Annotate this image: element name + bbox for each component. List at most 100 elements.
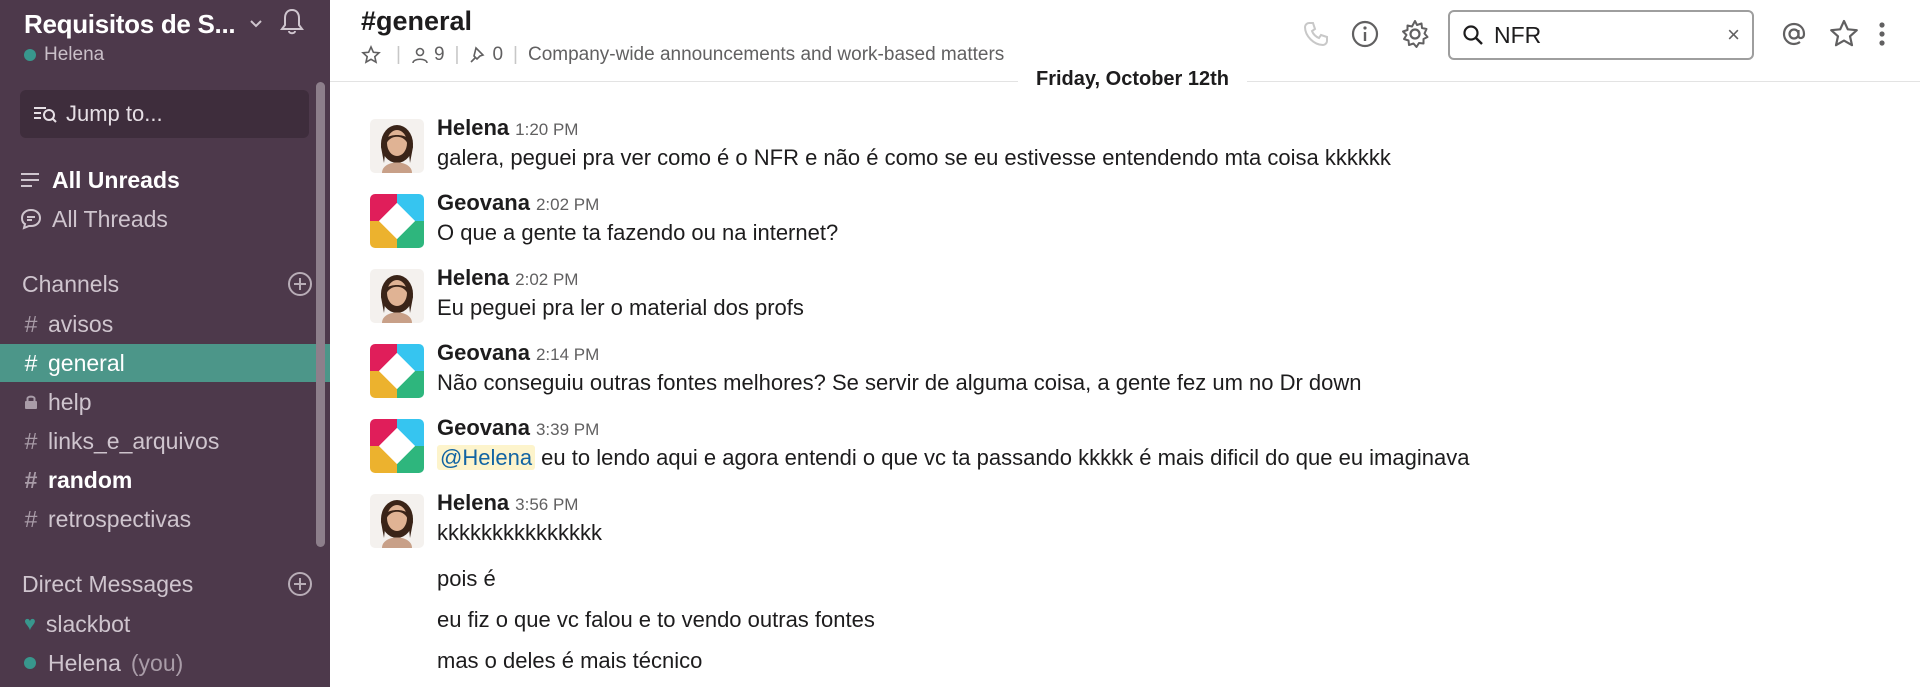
message-time[interactable]: 3:39 PM bbox=[536, 420, 599, 439]
sidebar-scrollbar[interactable] bbox=[316, 82, 325, 547]
avatar[interactable] bbox=[370, 269, 424, 323]
heart-icon: ♥ bbox=[24, 612, 36, 635]
message-continuation[interactable]: mas o deles é mais técnico bbox=[437, 648, 702, 674]
message-text: kkkkkkkkkkkkkkk bbox=[437, 520, 602, 545]
avatar[interactable] bbox=[370, 119, 424, 173]
message-time[interactable]: 2:02 PM bbox=[515, 270, 578, 289]
threads-icon bbox=[20, 208, 42, 230]
presence-dot-icon bbox=[24, 49, 36, 61]
user-mention[interactable]: @Helena bbox=[437, 445, 536, 470]
jump-to-button[interactable]: Jump to... bbox=[20, 90, 309, 138]
message-content: Helena 2:02 PM Eu peguei pra ler o materi… bbox=[437, 265, 804, 321]
channel-topic[interactable]: Company-wide announcements and work-base… bbox=[528, 44, 1004, 66]
message-continuation[interactable]: pois é bbox=[437, 566, 496, 592]
hash-icon: # bbox=[24, 427, 38, 454]
message-text: O que a gente ta fazendo ou na internet? bbox=[437, 220, 839, 245]
bell-icon[interactable] bbox=[277, 7, 307, 37]
sidebar-item-general[interactable]: # general bbox=[0, 344, 330, 382]
search-icon bbox=[1463, 25, 1483, 45]
current-user[interactable]: Helena bbox=[24, 44, 104, 66]
jump-to-icon bbox=[34, 107, 57, 123]
channel-label: random bbox=[48, 466, 133, 493]
search-value[interactable]: NFR bbox=[1494, 22, 1541, 49]
channels-section-header[interactable]: Channels bbox=[22, 267, 312, 301]
message-content: Geovana 3:39 PM @Helena eu to lendo aqui … bbox=[437, 415, 1469, 471]
team-name[interactable]: Requisitos de S... bbox=[24, 9, 236, 40]
avatar[interactable] bbox=[370, 344, 424, 398]
message-text: @Helena eu to lendo aqui e agora entendi… bbox=[437, 445, 1469, 471]
message-time[interactable]: 2:14 PM bbox=[536, 345, 599, 364]
message-text: Eu peguei pra ler o material dos profs bbox=[437, 295, 804, 320]
pin-count[interactable]: 0 bbox=[492, 44, 503, 66]
message-author[interactable]: Geovana bbox=[437, 340, 530, 365]
message-author[interactable]: Helena bbox=[437, 265, 509, 290]
lock-icon bbox=[24, 389, 38, 416]
mention-icon[interactable] bbox=[1778, 18, 1810, 50]
date-label: Friday, October 12th bbox=[1018, 68, 1248, 91]
hash-icon: # bbox=[24, 349, 38, 376]
sidebar-item-links-e-arquivos[interactable]: # links_e_arquivos bbox=[0, 422, 330, 460]
message-author[interactable]: Helena bbox=[437, 115, 509, 140]
hash-icon: # bbox=[24, 466, 38, 493]
starred-items-icon[interactable] bbox=[1828, 18, 1860, 50]
search-input[interactable]: NFR × bbox=[1448, 10, 1754, 60]
pin-icon[interactable] bbox=[469, 46, 487, 64]
members-icon[interactable] bbox=[411, 46, 429, 64]
current-user-name: Helena bbox=[44, 44, 105, 65]
gear-icon[interactable] bbox=[1399, 18, 1431, 50]
divider: | bbox=[454, 44, 460, 65]
message-text: Não conseguiu outras fontes melhores? Se… bbox=[437, 370, 1362, 395]
dm-heading[interactable]: Direct Messages bbox=[22, 571, 193, 598]
message-time[interactable]: 1:20 PM bbox=[515, 120, 578, 139]
avatar[interactable] bbox=[370, 494, 424, 548]
phone-icon[interactable] bbox=[1300, 18, 1332, 50]
dm-section-header[interactable]: Direct Messages bbox=[22, 567, 312, 601]
more-options-icon[interactable] bbox=[1874, 18, 1890, 50]
channel-title[interactable]: #general bbox=[361, 6, 472, 37]
channel-label: avisos bbox=[48, 310, 114, 337]
message-content: Geovana 2:14 PM Não conseguiu outras font… bbox=[437, 340, 1362, 396]
message-time[interactable]: 2:02 PM bbox=[536, 195, 599, 214]
message-author[interactable]: Geovana bbox=[437, 415, 530, 440]
all-threads-label: All Threads bbox=[52, 205, 168, 232]
team-menu[interactable]: Requisitos de S... bbox=[24, 6, 314, 42]
channel-label: help bbox=[48, 388, 92, 415]
sidebar-item-all-unreads[interactable]: All Unreads bbox=[20, 163, 180, 197]
avatar[interactable] bbox=[370, 194, 424, 248]
date-divider: Friday, October 12th bbox=[330, 68, 1920, 91]
add-channel-icon[interactable] bbox=[288, 272, 312, 296]
message-text-rest: eu to lendo aqui e agora entendi o que v… bbox=[535, 445, 1470, 470]
hash-icon: # bbox=[24, 505, 38, 532]
star-icon[interactable] bbox=[361, 45, 381, 65]
sidebar-item-help[interactable]: help bbox=[0, 383, 330, 421]
message-content: Geovana 2:02 PM O que a gente ta fazendo … bbox=[437, 190, 838, 246]
close-icon[interactable]: × bbox=[1727, 22, 1740, 48]
hash-icon: # bbox=[24, 310, 38, 337]
message-content: Helena 3:56 PM kkkkkkkkkkkkkkk bbox=[437, 490, 602, 546]
presence-dot-icon bbox=[24, 657, 36, 669]
message-time[interactable]: 3:56 PM bbox=[515, 495, 578, 514]
message-continuation[interactable]: eu fiz o que vc falou e to vendo outras … bbox=[437, 607, 875, 633]
channels-heading[interactable]: Channels bbox=[22, 271, 119, 298]
avatar[interactable] bbox=[370, 419, 424, 473]
channel-meta: | 9 | 0 | Company-wide announcements and… bbox=[361, 44, 1004, 66]
dm-label: Helena bbox=[48, 649, 121, 676]
sidebar-item-helena[interactable]: Helena (you) bbox=[0, 644, 330, 682]
message-author[interactable]: Geovana bbox=[437, 190, 530, 215]
sidebar-item-all-threads[interactable]: All Threads bbox=[20, 202, 168, 236]
add-dm-icon[interactable] bbox=[288, 572, 312, 596]
sidebar-item-avisos[interactable]: # avisos bbox=[0, 305, 330, 343]
divider: | bbox=[396, 44, 401, 65]
channel-label: links_e_arquivos bbox=[48, 427, 220, 454]
chevron-down-icon[interactable] bbox=[249, 17, 263, 31]
sidebar-item-retrospectivas[interactable]: # retrospectivas bbox=[0, 500, 330, 538]
info-icon[interactable] bbox=[1349, 18, 1381, 50]
channel-label: retrospectivas bbox=[48, 505, 192, 532]
sidebar: Requisitos de S... Helena Jump to... All… bbox=[0, 0, 330, 687]
sidebar-item-random[interactable]: # random bbox=[0, 461, 330, 499]
sidebar-item-slackbot[interactable]: ♥ slackbot bbox=[0, 605, 330, 643]
member-count[interactable]: 9 bbox=[434, 44, 445, 66]
channel-label: general bbox=[48, 349, 125, 376]
message-author[interactable]: Helena bbox=[437, 490, 509, 515]
jump-to-label: Jump to... bbox=[66, 101, 163, 126]
